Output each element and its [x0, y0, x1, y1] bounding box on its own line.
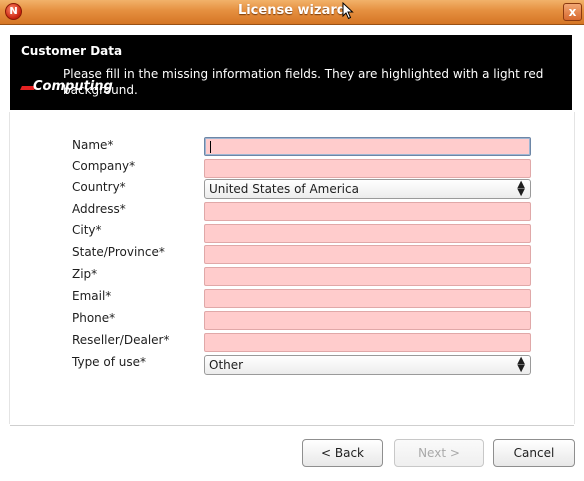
- country-label: Country*: [72, 180, 126, 194]
- window-title: License wizard: [237, 3, 347, 18]
- company-row: Company*: [0, 158, 584, 178]
- state-field[interactable]: [204, 245, 531, 264]
- state-label: State/Province*: [72, 245, 165, 259]
- name-label: Name*: [72, 138, 114, 152]
- title-bar[interactable]: N License wizard x: [0, 0, 584, 25]
- company-field[interactable]: [204, 159, 531, 178]
- country-row: Country* United States of America ▲ ▼: [0, 179, 584, 199]
- use-select[interactable]: Other ▲ ▼: [204, 355, 531, 375]
- address-field[interactable]: [204, 202, 531, 221]
- use-label: Type of use*: [72, 355, 146, 369]
- address-label: Address*: [72, 202, 126, 216]
- phone-field[interactable]: [204, 311, 531, 330]
- zip-row: Zip*: [0, 266, 584, 286]
- page-title: Customer Data: [21, 44, 123, 58]
- updown-arrows-icon: ▲ ▼: [517, 355, 525, 374]
- reseller-field[interactable]: [204, 333, 531, 352]
- state-row: State/Province*: [0, 244, 584, 264]
- divider: [10, 425, 574, 426]
- wizard-header: Customer Data Please fill in the missing…: [10, 35, 572, 110]
- updown-arrows-icon: ▲ ▼: [517, 179, 525, 198]
- use-row: Type of use* Other ▲ ▼: [0, 354, 584, 375]
- text-caret: [210, 141, 211, 153]
- phone-label: Phone*: [72, 311, 116, 325]
- reseller-row: Reseller/Dealer*: [0, 332, 584, 352]
- zip-field[interactable]: [204, 267, 531, 286]
- country-value: United States of America: [209, 182, 359, 196]
- city-label: City*: [72, 223, 102, 237]
- cancel-button[interactable]: Cancel: [493, 439, 575, 467]
- country-select[interactable]: United States of America ▲ ▼: [204, 179, 531, 199]
- city-field[interactable]: [204, 224, 531, 243]
- name-field[interactable]: [204, 137, 531, 156]
- mouse-cursor-icon: [342, 2, 354, 20]
- phone-row: Phone*: [0, 310, 584, 330]
- use-value: Other: [209, 358, 244, 372]
- email-row: Email*: [0, 288, 584, 308]
- back-button[interactable]: < Back: [302, 439, 383, 467]
- company-label: Company*: [72, 159, 136, 173]
- zip-label: Zip*: [72, 267, 98, 281]
- name-row: Name*: [0, 137, 584, 157]
- email-field[interactable]: [204, 289, 531, 308]
- address-row: Address*: [0, 201, 584, 221]
- city-row: City*: [0, 222, 584, 243]
- reseller-label: Reseller/Dealer*: [72, 333, 170, 347]
- brand-name: Computing: [33, 79, 113, 94]
- email-label: Email*: [72, 289, 112, 303]
- close-button[interactable]: x: [563, 3, 582, 21]
- brand-logo: Computing: [20, 79, 151, 100]
- next-button[interactable]: Next >: [394, 439, 484, 467]
